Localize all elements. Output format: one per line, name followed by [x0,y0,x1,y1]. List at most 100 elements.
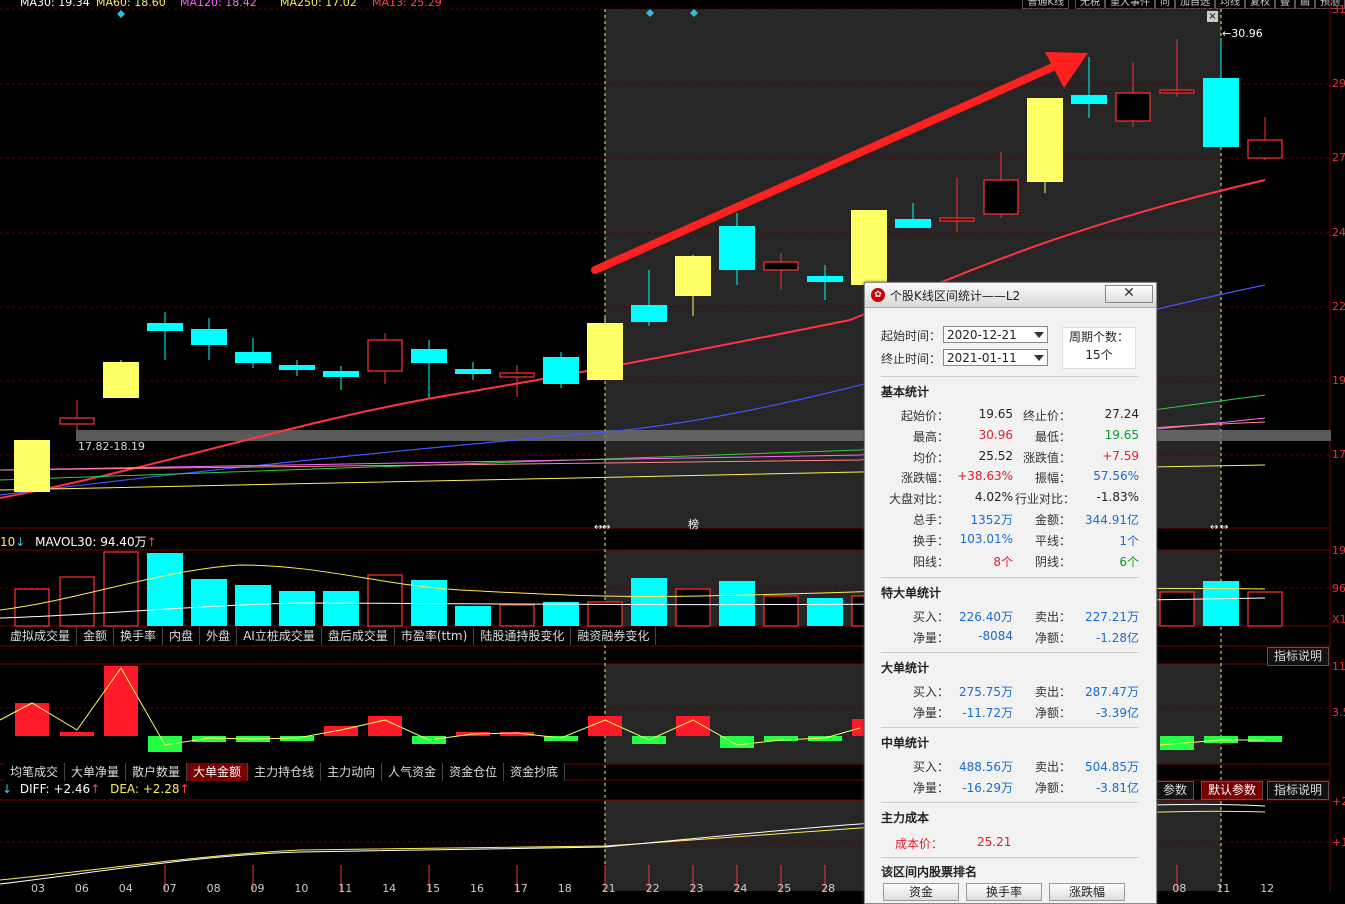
main-cost-title: 主力成本 [881,811,930,825]
stat-value: 6个 [1119,554,1139,569]
rank-change-button[interactable]: 涨跌幅 [1049,883,1125,901]
super-order-title: 特大单统计 [881,586,942,600]
arrow-down-icon: ↓ [2,782,13,796]
tab-main-flow[interactable]: 主力动向 [321,763,383,781]
tab-popular-fund[interactable]: 人气资金 [382,763,444,781]
stat-label: 净量： [912,705,949,720]
candle-body [499,372,535,378]
stat-label: 最高： [912,429,949,444]
price-label: 31 [1332,3,1345,16]
date-label: 07 [162,882,177,895]
end-time-label: 终止时间： [881,352,942,366]
money-bar [676,716,710,736]
divider [881,802,1139,803]
tab-fund-bottom[interactable]: 资金抄底 [504,763,566,781]
tab-amount[interactable]: 金额 [77,627,115,645]
tab-avg-trade[interactable]: 均笔成交 [4,763,66,781]
tab-virtual-volume[interactable]: 虚拟成交量 [4,627,78,645]
stat-value: 8个 [993,554,1013,569]
stat-value: -11.72万 [962,705,1013,720]
arrow-up-icon: ↑ [90,782,101,796]
params-button[interactable]: 参数 [1156,781,1195,800]
current-price-value: 30.96 [1231,27,1263,40]
tab-large-net-vol[interactable]: 大单净量 [65,763,127,781]
interval-stats-dialog[interactable]: ✿ 个股K线区间统计——L2 ✕ 起始时间： 2020-12-21 终止时间： … [864,282,1157,904]
drag-handle-icon: ↔ [1210,522,1218,533]
tab-pe-ttm[interactable]: 市盈率(ttm) [395,627,475,645]
chevron-down-icon [1034,355,1044,361]
close-icon[interactable]: × [1207,11,1218,22]
end-time-select[interactable]: 2021-01-11 [943,349,1048,366]
stat-label: 净额： [1034,780,1071,795]
tab-inner[interactable]: 内盘 [163,627,201,645]
tab-main-position[interactable]: 主力持仓线 [248,763,322,781]
money-bar [192,736,226,742]
price-label: 19 [1332,374,1345,387]
stat-label: 终止价： [1022,409,1071,423]
mid-order-title: 中单统计 [881,736,930,750]
tab-outer[interactable]: 外盘 [200,627,238,645]
period-count-value: 15个 [1085,348,1113,362]
volume-bar [191,579,227,626]
candle-body [1027,98,1063,182]
bang-label: 榜 [688,518,699,531]
candle-body [1247,139,1283,159]
stat-label: 涨跌值： [1022,450,1071,465]
stat-value: 27.24 [1104,407,1139,421]
date-label: 11 [1216,882,1231,895]
divider [881,376,1139,377]
price-label: 17 [1332,448,1345,461]
tab-large-amount[interactable]: 大单金额 [187,763,249,781]
stat-value: 19.65 [978,407,1013,421]
money-axis-label: 3.5 [1332,706,1345,719]
money-bar [15,703,49,736]
volume-bar [807,598,843,626]
tab-fund-position[interactable]: 资金仓位 [443,763,505,781]
default-params-button[interactable]: 默认参数 [1201,781,1264,800]
candle-body [1115,92,1151,122]
rank-turnover-button[interactable]: 换手率 [966,883,1042,901]
candle-body [1159,89,1195,94]
candle-body [103,362,139,398]
start-time-select[interactable]: 2020-12-21 [943,326,1048,343]
volume-legend: 10↓ MAVOL30: 94.40万↑ [0,533,157,550]
money-bar [588,716,622,736]
tab-retail-count[interactable]: 散户数量 [126,763,188,781]
stat-label: 平线： [1034,533,1071,548]
indicator-info-button[interactable]: 指标说明 [1267,647,1330,666]
chevron-down-icon [1034,332,1044,338]
dialog-close-button[interactable]: ✕ [1105,285,1153,303]
date-label: 24 [733,882,748,895]
tab-after-hours[interactable]: 盘后成交量 [322,627,395,645]
vol-axis-label: 19 [1332,544,1345,557]
stat-label: 卖出： [1034,685,1071,699]
date-label: 08 [1172,882,1187,895]
volume-bar [499,604,535,627]
stat-label: 振幅： [1034,471,1071,486]
volume-bar [323,591,359,626]
stat-value: 504.85万 [1085,760,1139,774]
tab-hk-connect[interactable]: 陆股通持股变化 [474,627,572,645]
money-axis-label: 11 [1332,660,1345,673]
volume-bar [147,553,183,626]
rank-fund-button[interactable]: 资金 [883,883,959,901]
tab-margin[interactable]: 融资融券变化 [571,627,657,645]
stat-value: +38.63% [957,469,1013,484]
stat-value: 275.75万 [959,685,1013,699]
tab-ai-volume[interactable]: AI立桩成交量 [237,627,322,645]
indicator-info-button[interactable]: 指标说明 [1267,781,1330,800]
date-label: 18 [557,882,572,895]
stat-value: -16.29万 [962,780,1013,795]
candle-body [587,323,623,380]
tab-turnover[interactable]: 换手率 [114,627,164,645]
volume-bar [59,576,95,627]
candle-body [14,440,50,492]
candle-body [543,357,579,384]
volume-bar [631,578,667,626]
date-label: 16 [470,882,484,895]
candle-body [455,369,491,374]
stat-label: 卖出： [1034,610,1071,624]
date-label: 21 [601,882,616,895]
stat-label: 净额： [1034,630,1071,645]
vol-axis-label: 96 [1332,582,1345,595]
